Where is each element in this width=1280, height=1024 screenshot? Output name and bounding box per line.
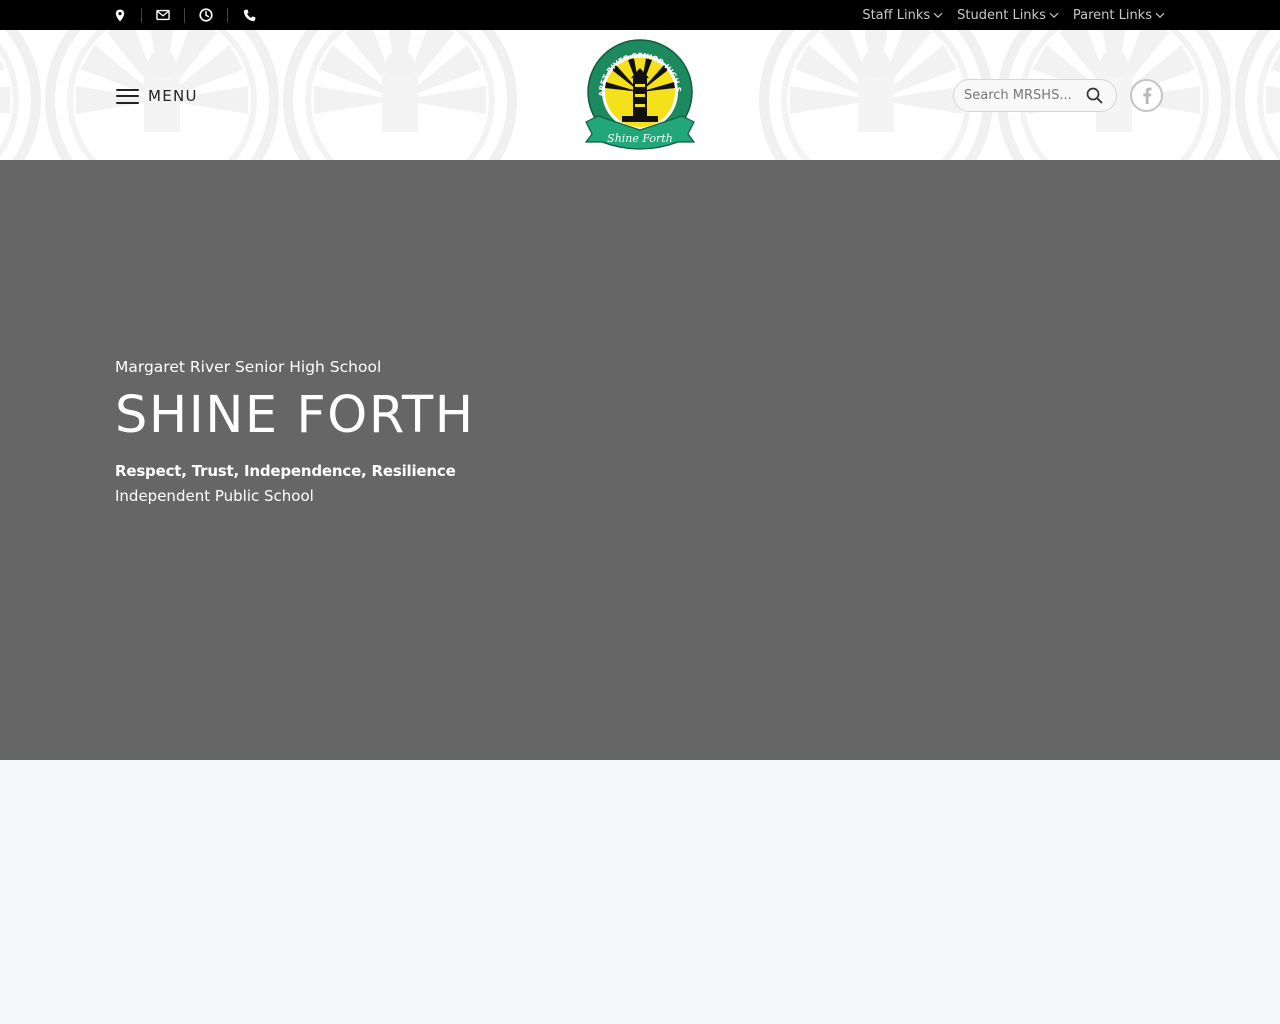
chevron-down-icon [1155,12,1165,19]
parent-links-label: Parent Links [1072,7,1152,23]
chevron-down-icon [1049,12,1059,19]
menu-label: MENU [148,87,198,105]
clock-icon[interactable] [199,8,213,22]
envelope-icon[interactable] [156,8,170,22]
staff-links-label: Staff Links [862,7,931,23]
logo-motto: Shine Forth [607,132,673,145]
menu-button[interactable]: MENU [116,82,198,110]
search-box [953,79,1117,112]
facebook-button[interactable] [1130,79,1163,112]
hero-values: Respect, Trust, Independence, Resilience [115,462,456,480]
search-input[interactable] [954,80,1082,111]
separator [141,7,142,23]
facebook-icon [1142,87,1151,104]
quick-links: Staff Links Student Links Parent Links [848,0,1165,30]
hero-kicker: Margaret River Senior High School [115,358,382,376]
top-bar: Staff Links Student Links Parent Links [0,0,1280,30]
search-icon[interactable] [1082,84,1106,108]
school-logo[interactable]: MARGARET RIVER SENIOR HIGH SCHOOL Shine … [584,38,696,152]
parent-links-menu[interactable]: Parent Links [1073,8,1165,23]
hero-school-type: Independent Public School [115,487,314,505]
contact-icons [113,0,256,30]
hero-banner: Margaret River Senior High School SHINE … [0,160,1280,760]
hero-content: Margaret River Senior High School SHINE … [115,358,475,505]
hamburger-icon [116,88,139,105]
student-links-label: Student Links [957,7,1046,23]
location-pin-icon[interactable] [113,8,127,22]
site-header: MENU MARGARET RIVER SENIOR HIGH SCHOOL S… [0,30,1280,160]
separator [227,7,228,23]
staff-links-menu[interactable]: Staff Links [862,8,943,23]
chevron-down-icon [933,12,943,19]
phone-icon[interactable] [242,8,256,22]
hero-title: SHINE FORTH [115,386,475,445]
page-body [0,760,1280,1024]
student-links-menu[interactable]: Student Links [957,8,1059,23]
separator [184,7,185,23]
